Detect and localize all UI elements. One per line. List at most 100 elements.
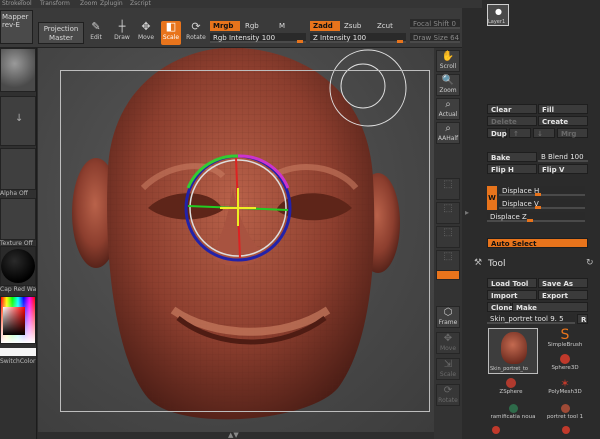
material-selector[interactable] — [0, 246, 36, 286]
primary-color-swatch[interactable] — [0, 348, 36, 356]
rgb-intensity-slider[interactable]: Rgb Intensity 100 — [210, 33, 306, 43]
save-as-button[interactable]: Save As — [538, 278, 588, 288]
dim-nav-4[interactable]: ⬚ — [436, 250, 460, 272]
make-polymesh-button[interactable]: Make PolyMesh3D — [512, 302, 588, 322]
mapper-button[interactable]: Mapper rev-E — [0, 10, 33, 44]
zsub-toggle[interactable]: Zsub — [341, 21, 364, 31]
menu-transform[interactable]: Transform — [40, 0, 70, 8]
clear-button[interactable]: Clear — [487, 104, 537, 114]
tile-simplebrush[interactable]: S SimpleBrush — [542, 328, 588, 348]
scale-label: Scale — [162, 34, 180, 41]
color-picker[interactable] — [0, 296, 36, 344]
scroll-button[interactable]: ✋ Scroll — [436, 50, 460, 72]
refresh-icon[interactable]: ↻ — [586, 258, 594, 268]
tile-zsphere[interactable]: ZSphere — [486, 378, 536, 395]
create-button[interactable]: Create — [538, 116, 588, 126]
tile-polymesh3d-label: PolyMesh3D — [548, 389, 582, 395]
fill-button[interactable]: Fill — [538, 104, 588, 114]
alpha-selector[interactable] — [0, 148, 36, 190]
portret-model-icon — [560, 404, 570, 413]
menu-stroke[interactable]: Stroke — [2, 0, 21, 8]
tile-sphere3d[interactable]: Sphere3D — [542, 354, 588, 371]
nav-move-button[interactable]: ✥ Move — [436, 332, 460, 354]
menu-tool[interactable]: Tool — [20, 0, 32, 8]
panel-divider[interactable]: ▸ — [462, 8, 482, 439]
displace-h-knob — [535, 193, 541, 196]
flip-v-button[interactable]: Flip V — [538, 164, 588, 174]
actual-button[interactable]: ⌕ Actual — [436, 98, 460, 120]
scale-button[interactable]: ◧ Scale — [161, 21, 181, 45]
r-button[interactable]: R — [577, 314, 588, 324]
import-button[interactable]: Import — [487, 290, 537, 300]
magnifier-half-icon: ⌕ — [445, 123, 451, 134]
tile-ramificatia[interactable]: ramificatia noua — [486, 404, 540, 420]
up-button[interactable]: ↑ — [509, 128, 531, 138]
texture-selector[interactable] — [0, 198, 36, 240]
displace-v-slider[interactable]: Displace V — [499, 199, 585, 209]
zadd-toggle[interactable]: Zadd — [310, 21, 340, 31]
current-tool-slider[interactable]: Skin_portret tool 9. 5 — [487, 314, 575, 324]
blend-slider[interactable]: B Blend 100 — [538, 152, 588, 162]
tile-polymesh3d[interactable]: ✶ PolyMesh3D — [542, 378, 588, 395]
tile-portret[interactable]: portret tool 1 — [542, 404, 588, 420]
menu-zplugin[interactable]: Zplugin — [100, 0, 123, 8]
rgb-intensity-label: Rgb Intensity — [213, 34, 260, 42]
draw-size-slider[interactable]: Draw Size 64 — [410, 33, 460, 43]
aahalf-button[interactable]: ⌕ AAHalf — [436, 122, 460, 144]
tile-sphere3d-label: Sphere3D — [551, 365, 579, 371]
clone-button[interactable]: Clone — [487, 302, 513, 312]
rotate-button[interactable]: ⟳ Rotate — [186, 21, 206, 42]
nav-rotate-button[interactable]: ⟳ Rotate — [436, 384, 460, 406]
w-badge[interactable]: W — [487, 186, 497, 210]
mrg-button[interactable]: Mrg — [557, 128, 588, 138]
projection-master-button[interactable]: Projection Master — [38, 22, 84, 44]
auto-select-button[interactable]: Auto Select — [487, 238, 588, 248]
stroke-selector[interactable]: ↓ — [0, 96, 36, 146]
persp-icon: ⬚ — [443, 179, 453, 190]
bake-button[interactable]: Bake — [487, 152, 537, 162]
move-button[interactable]: ✥ Move — [137, 21, 155, 42]
dup-button[interactable]: Dup — [487, 128, 507, 138]
tool-panel-title[interactable]: Tool — [488, 259, 505, 269]
load-tool-button[interactable]: Load Tool — [487, 278, 537, 288]
zcut-toggle[interactable]: Zcut — [374, 21, 396, 31]
displace-z-slider[interactable]: Displace Z — [487, 212, 585, 222]
collapse-arrow-icon[interactable]: ▸ — [465, 208, 469, 217]
z-intensity-slider[interactable]: Z Intensity 100 — [310, 33, 406, 43]
edit-button[interactable]: ✎ Edit — [87, 20, 105, 42]
orange-nav-indicator[interactable] — [436, 270, 460, 280]
rgb-toggle[interactable]: Rgb — [242, 21, 262, 31]
layer-thumbnail[interactable]: ● Layer1 — [487, 4, 509, 26]
nav-scale-button[interactable]: ⇲ Scale — [436, 358, 460, 380]
menu-zoom[interactable]: Zoom — [80, 0, 97, 8]
focal-shift-slider[interactable]: Focal Shift 0 — [410, 19, 460, 29]
switch-color-button[interactable]: SwitchColor — [0, 358, 36, 365]
saturation-square[interactable] — [3, 307, 25, 335]
extra-tool-icon-1[interactable] — [492, 426, 500, 434]
dim-nav-1[interactable]: ⬚ — [436, 178, 460, 200]
delete-button[interactable]: Delete — [487, 116, 537, 126]
xyz-icon: ⬚ — [443, 251, 453, 262]
flip-h-button[interactable]: Flip H — [487, 164, 537, 174]
head-thumbnail — [501, 332, 527, 364]
material-sphere — [1, 249, 35, 283]
mrgb-toggle[interactable]: Mrgb — [210, 21, 240, 31]
extra-tool-icon-2[interactable] — [562, 426, 570, 434]
zoom-button[interactable]: 🔍 Zoom — [436, 74, 460, 96]
edit-icon: ✎ — [91, 20, 101, 33]
brush-selector[interactable] — [0, 48, 36, 92]
down-button[interactable]: ↓ — [533, 128, 555, 138]
displace-h-slider[interactable]: Displace H — [499, 186, 585, 196]
scale-icon: ◧ — [165, 20, 177, 33]
triangle-up-icon[interactable]: ▲▼ — [228, 431, 239, 439]
dim-nav-3[interactable]: ⬚ — [436, 226, 460, 248]
menu-zscript[interactable]: Zscript — [130, 0, 151, 8]
dim-nav-2[interactable]: ⬚ — [436, 202, 460, 224]
m-toggle[interactable]: M — [276, 21, 288, 31]
export-button[interactable]: Export — [538, 290, 588, 300]
current-tool-thumbnail[interactable]: Skin_portret_to — [488, 328, 538, 374]
frame-button[interactable]: ⬡ Frame — [436, 306, 460, 328]
top-toolbar: Mapper rev-E Projection Master ✎ Edit ┼ Dr… — [0, 8, 485, 48]
draw-button[interactable]: ┼ Draw — [113, 21, 131, 42]
focal-shift-label: Focal Shift — [413, 20, 450, 28]
